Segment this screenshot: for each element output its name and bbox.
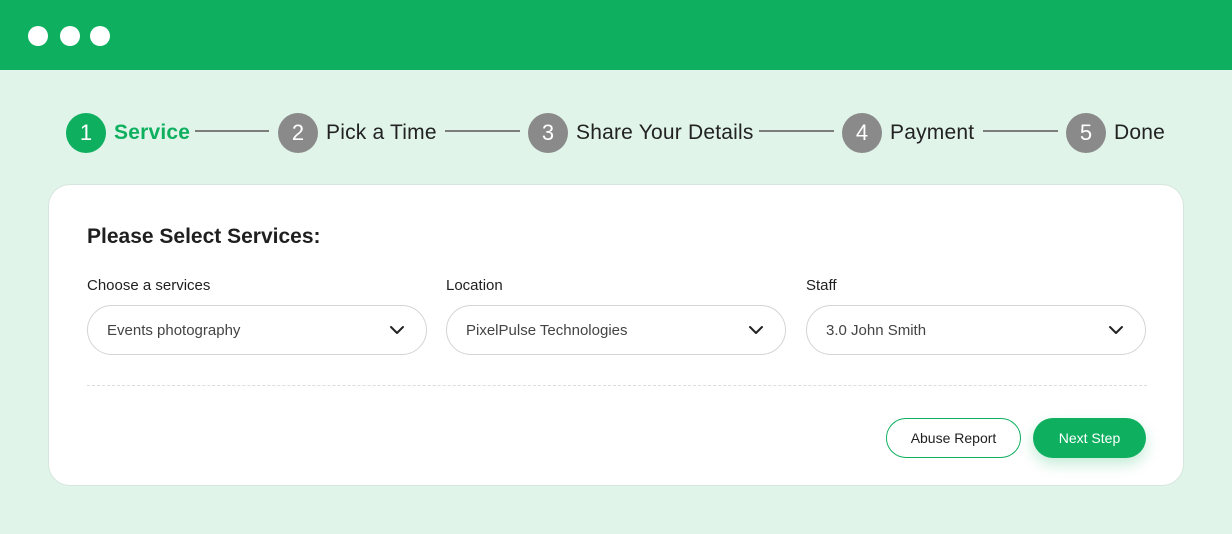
step-payment[interactable]: 4 Payment bbox=[842, 112, 974, 154]
service-field-label: Choose a services bbox=[87, 277, 211, 294]
step-number: 3 bbox=[528, 113, 568, 153]
staff-select-value: 3.0 John Smith bbox=[826, 321, 927, 339]
step-number: 1 bbox=[66, 113, 106, 153]
staff-field: Staff 3.0 John Smith bbox=[806, 277, 1146, 355]
location-select[interactable]: PixelPulse Technologies bbox=[446, 305, 786, 355]
step-label: Payment bbox=[890, 121, 975, 144]
window-control-dot[interactable] bbox=[28, 26, 48, 46]
step-number: 2 bbox=[278, 113, 318, 153]
progress-steps: 1 Service 2 Pick a Time 3 Share Your Det… bbox=[0, 112, 1232, 154]
step-label: Done bbox=[1114, 121, 1166, 144]
service-select[interactable]: Events photography bbox=[87, 305, 427, 355]
step-share-your-details[interactable]: 3 Share Your Details bbox=[528, 112, 754, 154]
window-control-dot[interactable] bbox=[90, 26, 110, 46]
chevron-down-icon bbox=[747, 321, 765, 339]
chevron-down-icon bbox=[1107, 321, 1125, 339]
abuse-report-button[interactable]: Abuse Report bbox=[886, 418, 1021, 458]
step-done[interactable]: 5 Done bbox=[1066, 112, 1165, 154]
service-select-value: Events photography bbox=[107, 321, 241, 339]
staff-field-label: Staff bbox=[806, 277, 837, 294]
step-connector bbox=[195, 130, 269, 132]
step-number: 4 bbox=[842, 113, 882, 153]
step-label: Share Your Details bbox=[576, 121, 754, 144]
location-field-label: Location bbox=[446, 277, 503, 294]
window-control-dot[interactable] bbox=[60, 26, 80, 46]
step-service[interactable]: 1 Service bbox=[66, 112, 190, 154]
chevron-down-icon bbox=[388, 321, 406, 339]
step-connector bbox=[759, 130, 834, 132]
service-selection-card: Please Select Services: Choose a service… bbox=[48, 184, 1184, 486]
step-number: 5 bbox=[1066, 113, 1106, 153]
step-label: Pick a Time bbox=[326, 121, 437, 144]
card-title: Please Select Services: bbox=[87, 225, 321, 248]
step-connector bbox=[445, 130, 520, 132]
staff-select[interactable]: 3.0 John Smith bbox=[806, 305, 1146, 355]
location-select-value: PixelPulse Technologies bbox=[466, 321, 628, 339]
location-field: Location PixelPulse Technologies bbox=[446, 277, 786, 355]
dashed-divider bbox=[87, 385, 1147, 386]
next-step-button[interactable]: Next Step bbox=[1033, 418, 1146, 458]
service-field: Choose a services Events photography bbox=[87, 277, 427, 355]
step-label: Service bbox=[114, 121, 191, 144]
step-connector bbox=[983, 130, 1058, 132]
step-pick-a-time[interactable]: 2 Pick a Time bbox=[278, 112, 437, 154]
window-titlebar bbox=[0, 0, 1232, 70]
